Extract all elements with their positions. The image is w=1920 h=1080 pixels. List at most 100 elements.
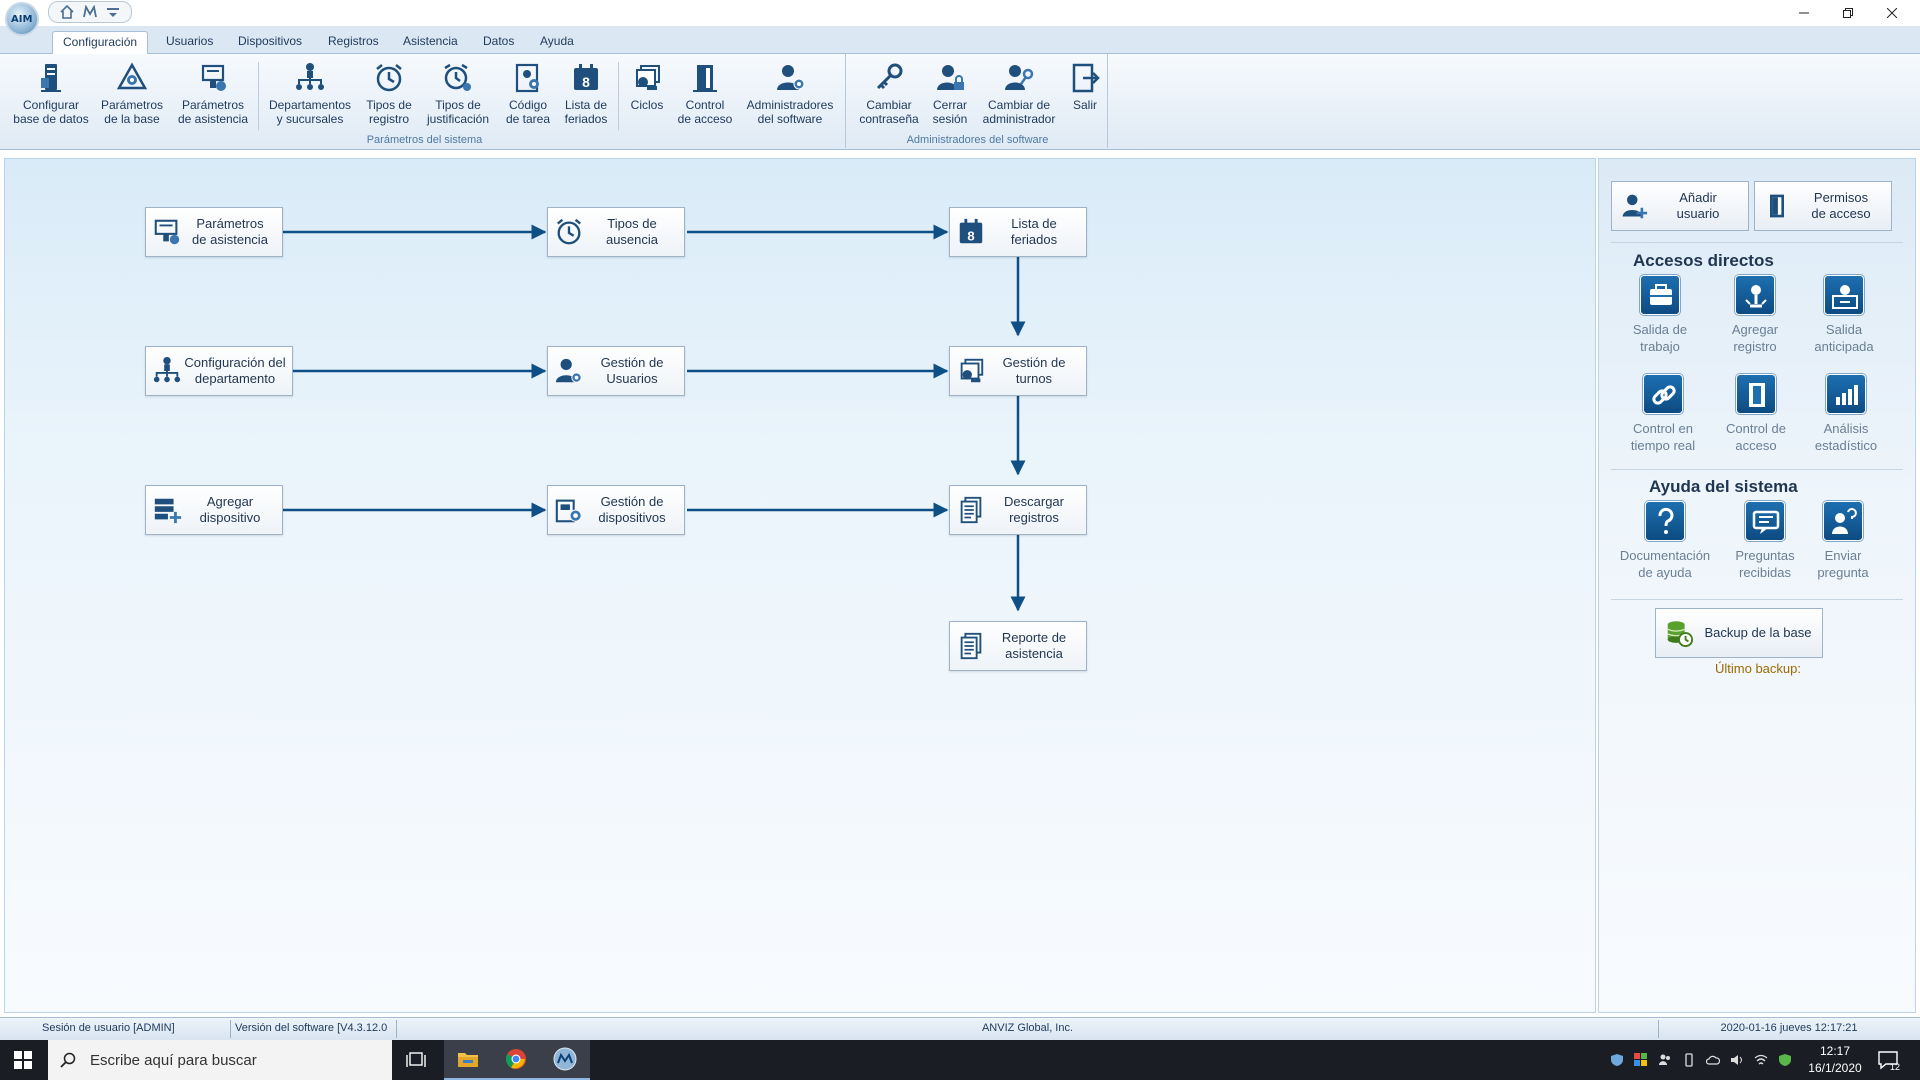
anviz-app-icon [553,1047,577,1071]
flow-node-device-management[interactable]: Gestión de dispositivos [547,485,685,535]
flow-node-user-management[interactable]: Gestión de Usuarios [547,346,685,396]
flow-node-add-device[interactable]: Agregar dispositivo [145,485,283,535]
current-datetime: 2020-01-16 jueves 12:17:21 [1720,1022,1858,1034]
task-view-button[interactable] [392,1040,440,1080]
shortcut-access-control[interactable]: Control de acceso [1712,374,1800,454]
tab-datos[interactable]: Datos [473,31,524,54]
svg-text:8: 8 [967,228,974,243]
start-button[interactable] [0,1040,46,1080]
bar-chart-icon [1826,374,1866,414]
database-backup-button[interactable]: Backup de la base [1655,608,1823,658]
usb-drive-icon[interactable] [1682,1053,1696,1067]
anviz-app-button[interactable] [540,1040,590,1080]
user-lock-icon [937,65,964,90]
tab-dispositivos[interactable]: Dispositivos [228,31,312,54]
home-icon[interactable] [59,4,75,20]
departments-branches-button[interactable]: Departamentos y sucursales [264,60,356,134]
chrome-button[interactable] [492,1040,540,1080]
system-help-title: Ayuda del sistema [1649,477,1798,496]
key-icon [876,63,903,90]
clock-justify-icon [444,63,471,91]
shield-icon[interactable] [1610,1053,1624,1067]
flow-node-absence-types[interactable]: Tipos de ausencia [547,207,685,257]
access-control-button[interactable]: Control de acceso [676,60,734,134]
configure-database-button[interactable]: Configurar base de datos [10,60,92,134]
file-explorer-button[interactable] [444,1040,492,1080]
volume-icon[interactable] [1730,1053,1744,1067]
taskbar-search[interactable]: Escribe aquí para buscar [48,1040,392,1080]
shortcut-work-exit[interactable]: Salida de trabajo [1616,275,1704,355]
security-icon[interactable] [1778,1053,1792,1067]
switch-admin-icon [1005,65,1034,90]
menu-tab-bar: Configuración Usuarios Dispositivos Regi… [0,26,1920,54]
flow-node-shift-management[interactable]: Gestión de turnos [949,346,1087,396]
help-documentation[interactable]: Documentación de ayuda [1617,501,1713,581]
task-code-icon [515,63,539,93]
flow-node-department-config[interactable]: Configuración del departamento [145,346,293,396]
logout-button[interactable]: Cerrar sesión [928,60,972,134]
database-settings-icon [116,62,148,90]
close-button[interactable] [1870,0,1914,26]
workflow-arrows [283,224,1026,612]
calendar-icon: 8 [574,64,598,90]
app-small-icon[interactable] [82,4,98,20]
task-code-button[interactable]: Código de tarea [500,60,556,134]
shortcut-realtime-control[interactable]: Control en tiempo real [1619,374,1707,454]
shortcut-statistical-analysis[interactable]: Análisis estadístico [1802,374,1890,454]
record-types-button[interactable]: Tipos de registro [360,60,418,134]
customize-toolbar-icon[interactable] [105,4,121,20]
link-icon [1643,374,1683,414]
flow-node-attendance-report[interactable]: Reporte de asistencia [949,621,1087,671]
database-server-icon [41,64,61,92]
chat-icon [1745,501,1785,541]
flow-node-download-logs[interactable]: Descargar registros [949,485,1087,535]
tab-ayuda[interactable]: Ayuda [530,31,584,54]
colored-app-icon[interactable] [1634,1053,1648,1067]
device-gear-icon [555,499,582,523]
change-admin-button[interactable]: Cambiar de administrador [976,60,1062,134]
early-leave-icon [1824,275,1864,315]
org-chart-icon [153,356,181,383]
shortcut-add-record[interactable]: Agregar registro [1711,275,1799,355]
restore-button[interactable] [1826,0,1870,26]
attendance-params-button[interactable]: Parámetros de asistencia [172,60,254,134]
notification-icon: 12 [1878,1051,1900,1072]
wifi-icon[interactable] [1754,1053,1768,1067]
tab-asistencia[interactable]: Asistencia [393,31,468,54]
attendance-settings-icon [154,219,180,245]
help-send-question[interactable]: Enviar pregunta [1799,501,1887,581]
app-logo[interactable]: AIM [5,2,39,36]
right-panel: Añadir usuario Permisos de acceso Accesos … [1598,158,1916,1013]
software-admins-button[interactable]: Administradores del software [740,60,840,134]
session-status: Sesión de usuario [ADMIN] [42,1022,175,1034]
tab-registros[interactable]: Registros [318,31,389,54]
exit-button[interactable]: Salir [1066,60,1104,134]
minimize-button[interactable] [1782,0,1826,26]
access-permissions-button[interactable]: Permisos de acceso [1754,181,1892,231]
change-password-button[interactable]: Cambiar contraseña [854,60,924,134]
door-icon [693,65,717,92]
database-params-button[interactable]: Parámetros de la base [96,60,168,134]
last-backup-label: Último backup: [1715,661,1801,676]
admin-user-icon [777,65,805,90]
status-bar: Sesión de usuario [ADMIN] Versión del so… [0,1017,1920,1040]
add-user-button[interactable]: Añadir usuario [1611,181,1749,231]
notification-center-button[interactable]: 12 [1876,1048,1900,1072]
cloud-icon[interactable] [1706,1053,1720,1067]
help-received-questions[interactable]: Preguntas recibidas [1721,501,1809,581]
tab-usuarios[interactable]: Usuarios [156,31,223,54]
add-device-icon [154,498,182,524]
flow-node-attendance-params[interactable]: Parámetros de asistencia [145,207,283,257]
flow-node-holiday-list[interactable]: 8 Lista de feriados [949,207,1087,257]
cycles-button[interactable]: Ciclos [624,60,670,134]
task-view-icon [406,1052,426,1067]
tab-configuracion[interactable]: Configuración [52,31,149,54]
exit-icon [1072,63,1100,93]
justification-types-button[interactable]: Tipos de justificación [422,60,494,134]
windows-icon [14,1051,32,1069]
shortcut-early-leave[interactable]: Salida anticipada [1800,275,1888,355]
document-stack-icon [960,496,982,524]
people-icon[interactable] [1658,1053,1672,1067]
holiday-list-button[interactable]: 8 Lista de feriados [558,60,614,134]
taskbar-clock[interactable]: 12:17 16/1/2020 [1805,1043,1865,1077]
